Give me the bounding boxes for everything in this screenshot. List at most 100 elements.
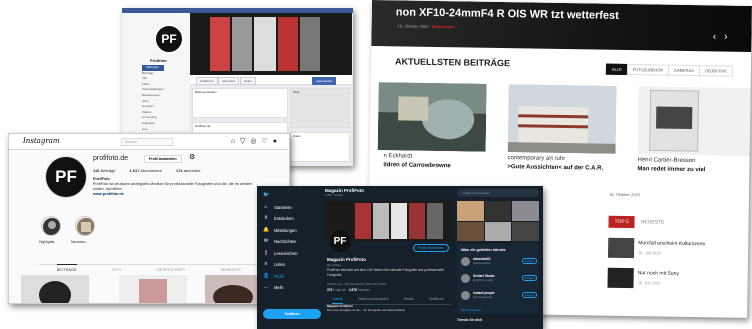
article-image[interactable] [377, 82, 487, 152]
post-thumbnail[interactable] [21, 275, 89, 303]
bio-link[interactable]: www.profifoto.de [93, 192, 124, 196]
search-input[interactable]: Twitter durchsuchen [457, 189, 539, 197]
share-button[interactable]: Teilen [240, 77, 256, 85]
instagram-logo[interactable]: Instagram [23, 137, 60, 145]
nav-item-lists[interactable]: ≡ Listen [263, 259, 323, 271]
prev-arrow-icon[interactable]: ‹ [713, 31, 725, 42]
tab-posts[interactable]: BEITRÄGE [56, 264, 77, 272]
nav-item-explore[interactable]: # Entdecken [263, 213, 323, 225]
profile-avatar[interactable]: PF [327, 228, 353, 254]
media-thumb[interactable] [457, 201, 484, 221]
tab-tagged[interactable]: MARKIERT [221, 265, 241, 272]
following-count[interactable]: 375 [327, 288, 332, 292]
article-title[interactable]: >Gute Aussichten< auf der C.A.R. [507, 164, 603, 172]
tab-igtv[interactable]: IGTV [112, 265, 121, 272]
hero-arrows[interactable]: ‹› [713, 31, 736, 42]
article-title[interactable]: Man redet immer zu viel [637, 166, 705, 173]
nav-item-notifications[interactable]: 🔔 Mitteilungen [263, 225, 323, 237]
article-image[interactable] [507, 84, 617, 154]
tweet[interactable]: Magazin ProfiFoto Die neue Ausgabe ist da… [327, 304, 449, 312]
username: profifoto.de [93, 155, 129, 162]
tab-likes[interactable]: Gefällt mir [429, 295, 444, 304]
media-thumb[interactable] [512, 201, 539, 221]
cover-photo[interactable] [190, 13, 352, 75]
article-photo [507, 84, 617, 154]
post-thumbnail[interactable] [119, 275, 187, 303]
next-arrow-icon[interactable]: › [724, 32, 736, 43]
twitter-bird-icon[interactable]: 🐦 [263, 190, 323, 202]
edit-profile-button[interactable]: Profil bearbeiten [413, 244, 449, 252]
nav-item-bookmarks[interactable]: ▯ Lesezeichen [263, 248, 323, 260]
suggestion-item[interactable]: aimsstart01 @aimsstart01 Folgen [461, 256, 539, 270]
tab-replies[interactable]: Tweets und Antworten [357, 295, 388, 304]
media-thumb[interactable] [484, 221, 512, 241]
nav-item-messages[interactable]: ✉ Nachrichten [263, 236, 323, 248]
avatar[interactable] [461, 257, 470, 266]
profile-handle: @profifoto [327, 263, 341, 267]
search-input[interactable]: Suchen [121, 138, 173, 146]
hero-read-more-link[interactable]: Weiterlesen [432, 24, 454, 29]
story-highlight[interactable] [41, 216, 61, 236]
page-avatar[interactable]: PF [154, 24, 184, 54]
profile-icon[interactable]: ● [273, 138, 277, 146]
subscribe-button[interactable]: Abonniert [218, 77, 239, 85]
article-caption[interactable]: contemporary art ruhr >Gute Aussichten< a… [507, 154, 603, 174]
nav-item-more[interactable]: … Mehr [263, 282, 323, 294]
hero-date: 18. Oktober 2020 [397, 23, 429, 29]
article-caption[interactable]: Henri Cartier-Bresson Man redet immer zu … [637, 156, 705, 175]
nav-item[interactable]: Live [142, 127, 164, 133]
explore-icon[interactable]: ◎ [250, 138, 256, 146]
who-to-follow-title: Was dir gefallen könnte [461, 247, 506, 252]
follow-button[interactable]: Folgen [521, 292, 537, 298]
top-item[interactable]: Morcfall erscheint Kulturszene 28. Juli … [607, 237, 748, 262]
media-thumb[interactable] [484, 201, 512, 221]
tab-media[interactable]: Medien [404, 295, 414, 304]
like-button[interactable]: Gefällt mir [196, 77, 218, 85]
filter-tab[interactable]: ALLE [605, 63, 628, 76]
top-item-title[interactable]: Nur noch mit Sony [638, 270, 679, 277]
user-icon: 👤 [263, 272, 270, 279]
tab-newest[interactable]: NEUESTE [635, 216, 671, 229]
tab-tweets[interactable]: Tweets [332, 295, 343, 304]
avatar[interactable] [461, 274, 470, 283]
filter-tab[interactable]: OBJEKTIVE [698, 65, 733, 77]
top-item-title[interactable]: Morcfall erscheint Kulturszene [638, 240, 705, 247]
tweet-button[interactable]: Twittern [263, 309, 321, 319]
stat-posts[interactable]: 116 Beiträge [93, 168, 115, 173]
highlight-label: Neuzuba... [71, 240, 88, 244]
media-grid[interactable] [457, 201, 539, 241]
suggestion-item[interactable]: instant people @instantpeople Folgen [461, 290, 539, 304]
suggestion-item[interactable]: Schlart Studio @schlart_studio Folgen [461, 273, 539, 287]
panel-title: Fotos [293, 134, 301, 138]
story-highlight[interactable] [75, 216, 95, 236]
follow-button[interactable]: Folgen [521, 275, 537, 281]
stat-following[interactable]: 174 abonniert [176, 168, 201, 173]
media-thumb[interactable] [512, 221, 539, 241]
settings-gear-icon[interactable]: ⚙ [189, 153, 195, 161]
nav-item-profile[interactable]: 👤 Profil [263, 271, 323, 283]
direct-icon[interactable]: ▽ [240, 138, 245, 146]
filter-tab[interactable]: FOTOZUBEHÖR [626, 64, 670, 76]
heart-icon[interactable]: ♡ [261, 138, 267, 146]
edit-profile-button[interactable]: Profil bearbeiten [144, 155, 182, 163]
filter-tab[interactable]: KAMERAS [668, 64, 700, 77]
follow-button[interactable]: Folgen [521, 258, 537, 264]
article-title[interactable]: ildren of Carrowbrowne [383, 162, 450, 169]
article-image[interactable] [637, 86, 751, 156]
stat-followers[interactable]: 1.617 Abonnenten [129, 168, 161, 173]
top-item[interactable]: Nur noch mit Sony 29. Juli 2020 [607, 267, 747, 292]
nav-item-home[interactable]: ⌂ Startseite [263, 202, 323, 214]
tab-top5[interactable]: TOP 5 [608, 215, 635, 229]
tab-saved[interactable]: GESPEICHERT [157, 265, 185, 272]
profile-avatar[interactable]: PF [45, 156, 87, 198]
media-thumb[interactable] [457, 221, 484, 241]
article-caption[interactable]: n Eckhardt ildren of Carrowbrowne [383, 152, 451, 171]
top-item-date: 28. Juli 2020 [638, 250, 661, 256]
home-icon[interactable]: ⌂ [231, 138, 235, 146]
shop-button[interactable]: Jetzt kaufen [312, 77, 337, 85]
profile-tabs: BEITRÄGE IGTV GESPEICHERT MARKIERT [39, 264, 259, 272]
show-more-link[interactable]: Mehr anzeigen [461, 308, 481, 312]
top-item-thumb [607, 267, 634, 289]
avatar[interactable] [461, 291, 470, 300]
followers-count[interactable]: 2.678 [349, 288, 357, 292]
